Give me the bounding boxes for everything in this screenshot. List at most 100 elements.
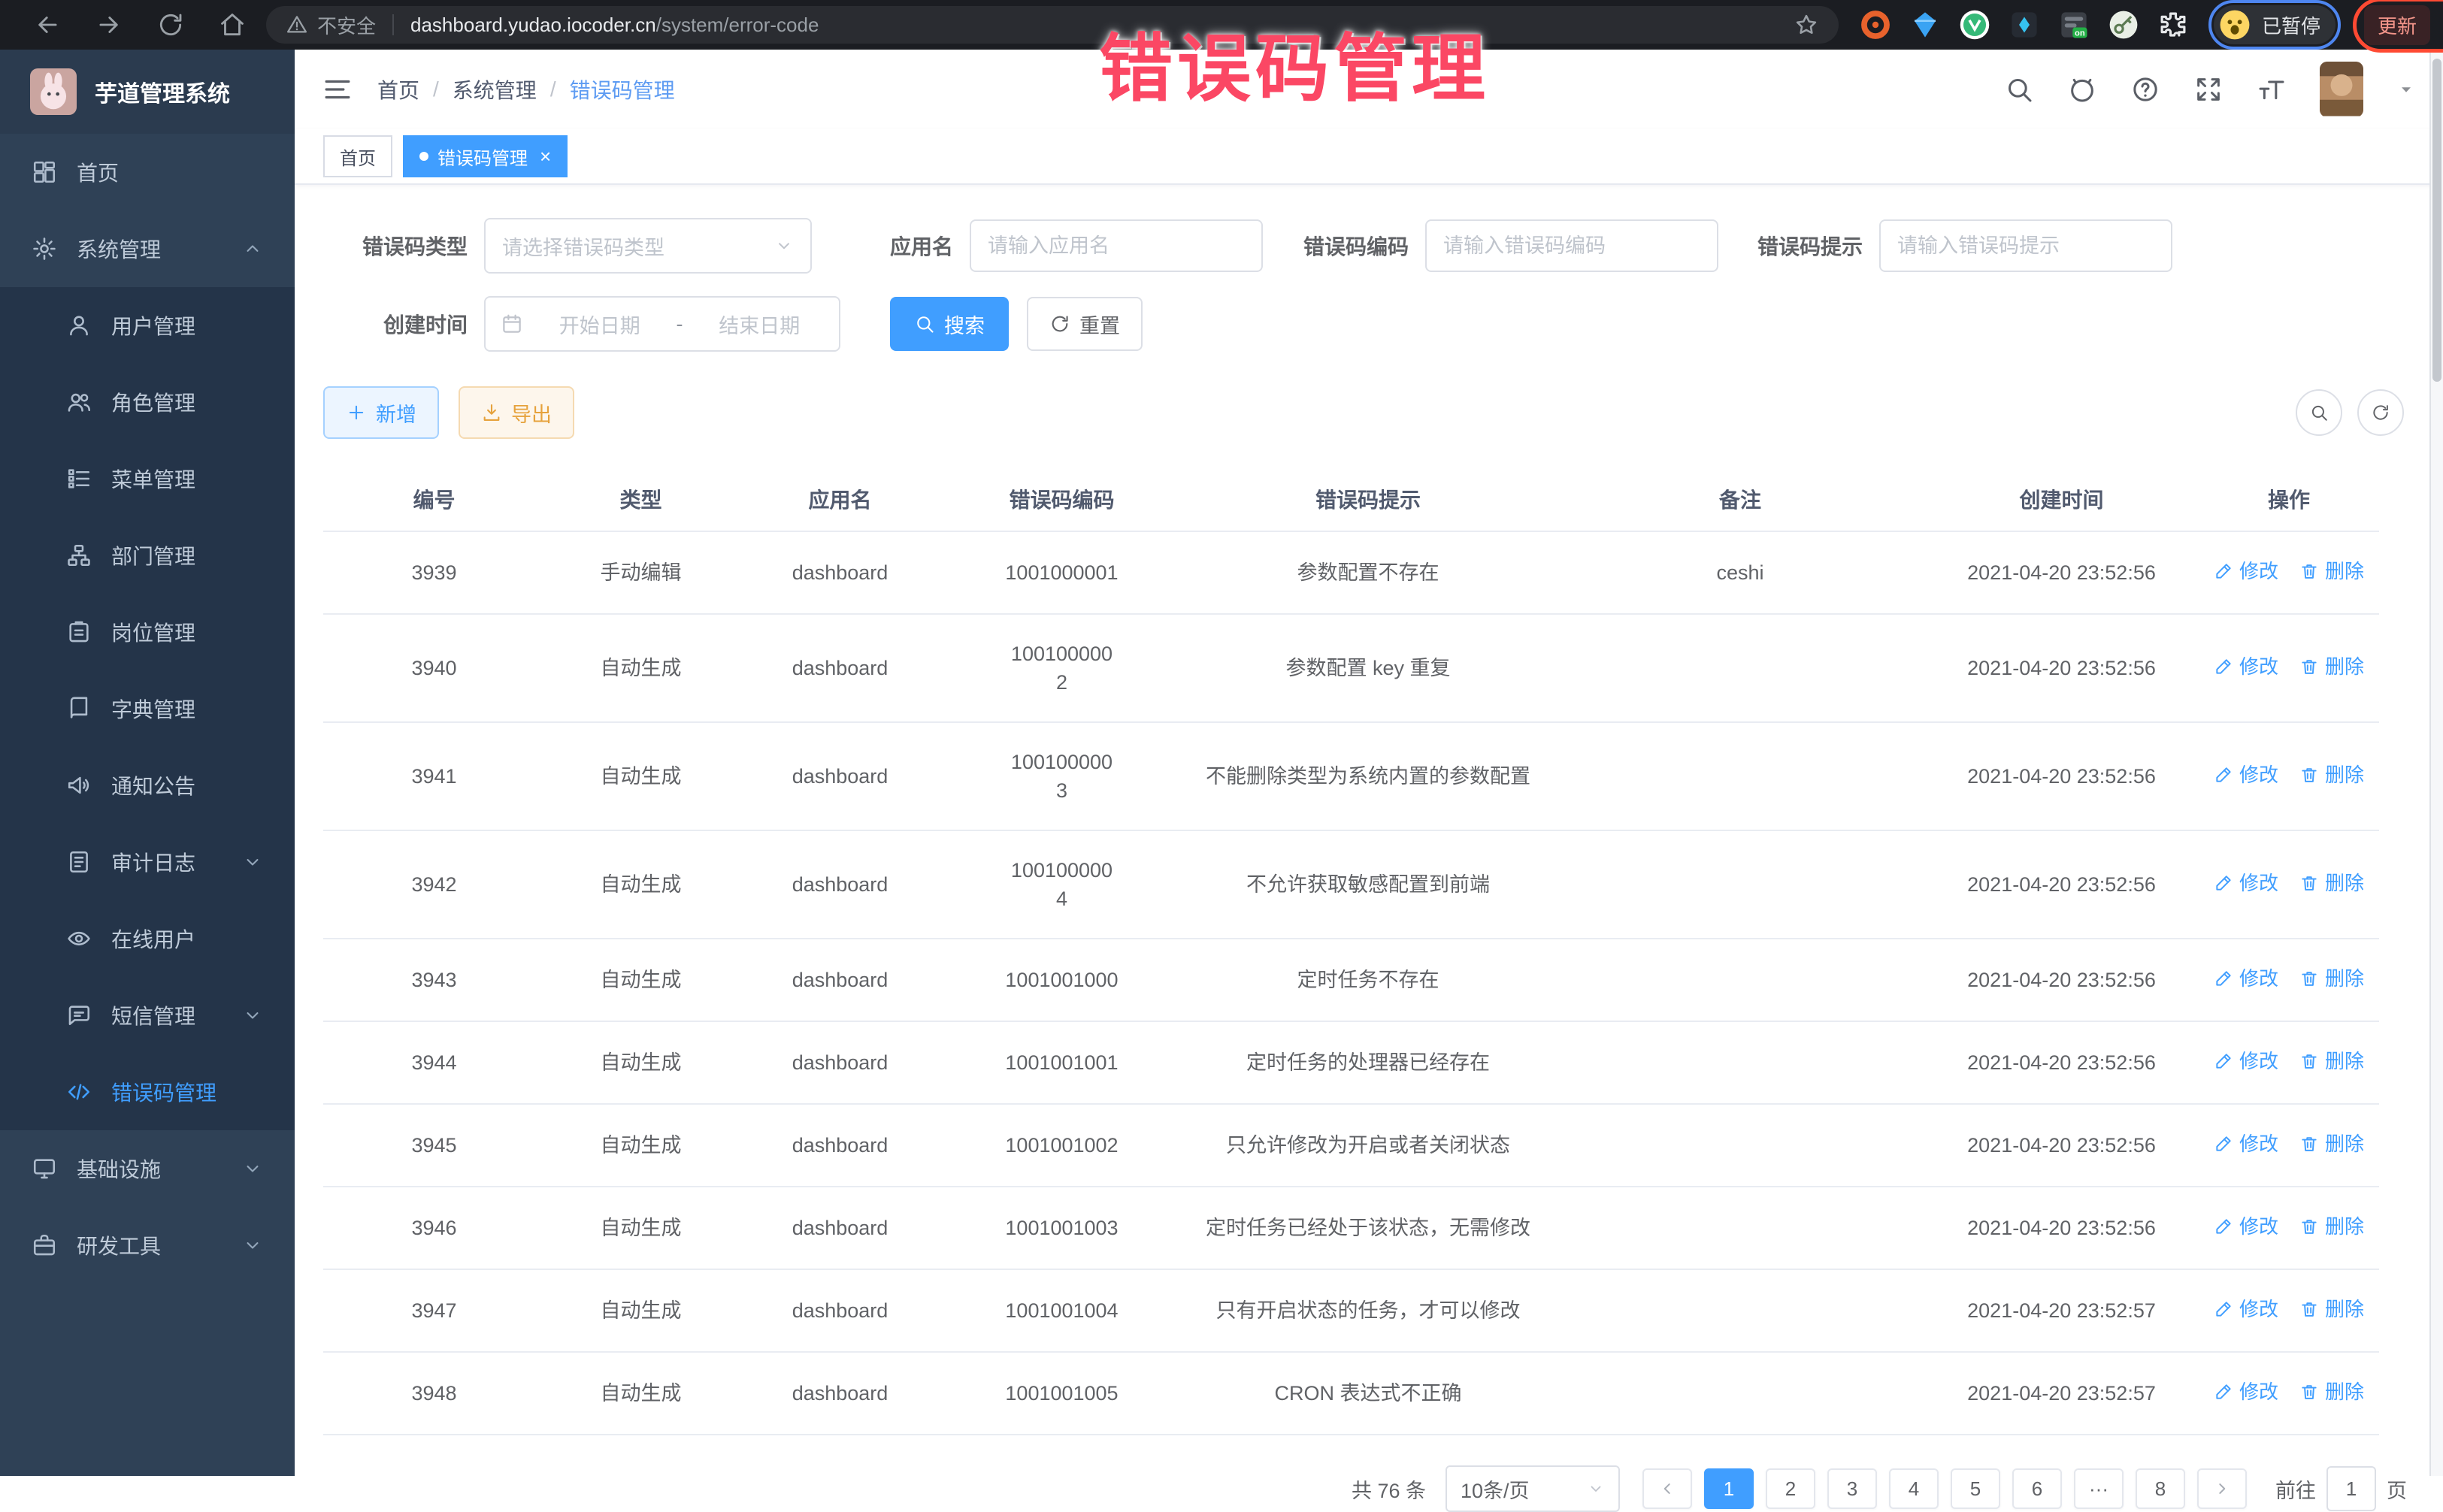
extension-gem-icon[interactable] <box>1909 9 1941 41</box>
user-avatar[interactable] <box>2320 62 2363 117</box>
forward-icon[interactable] <box>95 11 123 39</box>
cell-hint: 不允许获取敏感配置到前端 <box>1180 830 1556 939</box>
edit-link[interactable]: 修改 <box>2214 964 2278 993</box>
edit-link[interactable]: 修改 <box>2214 1295 2278 1323</box>
edit-link[interactable]: 修改 <box>2214 761 2278 789</box>
megaphone-icon <box>66 773 92 798</box>
hamburger-icon[interactable] <box>322 74 353 105</box>
header-search-icon[interactable] <box>2004 74 2034 104</box>
page-button-6[interactable]: 6 <box>2012 1468 2062 1509</box>
sidebar-item[interactable]: 在线用户 <box>0 900 295 977</box>
sidebar-item[interactable]: 错误码管理 <box>0 1054 295 1130</box>
page-button-3[interactable]: 3 <box>1827 1468 1877 1509</box>
reload-icon[interactable] <box>156 11 185 39</box>
browser-profile-chip[interactable]: 已暂停 <box>2214 5 2336 44</box>
page-button-8[interactable]: 8 <box>2136 1468 2185 1509</box>
cell-app: dashboard <box>737 1269 943 1352</box>
next-page-button[interactable] <box>2197 1468 2247 1509</box>
delete-link[interactable]: 删除 <box>2299 652 2364 681</box>
sidebar-item[interactable]: 基础设施 <box>0 1130 295 1207</box>
edit-link[interactable]: 修改 <box>2214 1129 2278 1158</box>
delete-link[interactable]: 删除 <box>2299 1047 2364 1075</box>
search-icon <box>2309 403 2329 422</box>
delete-link[interactable]: 删除 <box>2299 557 2364 585</box>
goto-page-input[interactable] <box>2326 1466 2376 1511</box>
sidebar-logo[interactable]: 芋道管理系统 <box>0 50 295 134</box>
error-code-input[interactable] <box>1425 219 1718 272</box>
page-button-2[interactable]: 2 <box>1766 1468 1815 1509</box>
edit-icon <box>2214 1299 2233 1319</box>
export-button[interactable]: 导出 <box>459 386 574 439</box>
delete-link[interactable]: 删除 <box>2299 869 2364 897</box>
back-icon[interactable] <box>33 11 62 39</box>
edit-link[interactable]: 修改 <box>2214 557 2278 585</box>
home-icon[interactable] <box>218 11 247 39</box>
tab-close-icon[interactable]: × <box>540 147 551 166</box>
help-icon[interactable] <box>2130 74 2160 104</box>
breadcrumb-home[interactable]: 首页 <box>377 74 419 104</box>
edit-link[interactable]: 修改 <box>2214 1377 2278 1406</box>
fullscreen-icon[interactable] <box>2193 74 2224 104</box>
extension-key-icon[interactable] <box>2108 9 2139 41</box>
search-button[interactable]: 搜索 <box>890 297 1009 351</box>
sidebar-item[interactable]: 系统管理 <box>0 210 295 287</box>
error-hint-input[interactable] <box>1879 219 2172 272</box>
page-size-select[interactable]: 10条/页 <box>1446 1465 1620 1512</box>
bookmark-star-icon[interactable] <box>1794 12 1819 38</box>
sidebar: 芋道管理系统 首页系统管理用户管理角色管理菜单管理部门管理岗位管理字典管理通知公… <box>0 50 295 1476</box>
delete-link[interactable]: 删除 <box>2299 964 2364 993</box>
show-search-toggle-button[interactable] <box>2296 389 2342 436</box>
page-ellipsis[interactable]: ··· <box>2074 1468 2124 1509</box>
browser-update-button[interactable]: 更新 <box>2364 5 2430 45</box>
extension-grid-icon[interactable] <box>2009 9 2040 41</box>
edit-link[interactable]: 修改 <box>2214 1212 2278 1241</box>
delete-link[interactable]: 删除 <box>2299 1377 2364 1406</box>
tab-error-code[interactable]: 错误码管理 × <box>403 135 568 177</box>
sidebar-item[interactable]: 字典管理 <box>0 670 295 747</box>
edit-link[interactable]: 修改 <box>2214 652 2278 681</box>
date-range-picker[interactable]: 开始日期 - 结束日期 <box>484 296 840 352</box>
chevron-left-icon <box>1657 1479 1677 1498</box>
sidebar-item[interactable]: 角色管理 <box>0 364 295 440</box>
sidebar-item[interactable]: 审计日志 <box>0 824 295 900</box>
extension-tampermonkey-icon[interactable]: on <box>2058 9 2090 41</box>
goto-label: 前往 <box>2275 1474 2316 1504</box>
github-icon[interactable] <box>2067 74 2097 104</box>
sidebar-item[interactable]: 研发工具 <box>0 1207 295 1284</box>
delete-link[interactable]: 删除 <box>2299 1212 2364 1241</box>
edit-link[interactable]: 修改 <box>2214 1047 2278 1075</box>
page-button-5[interactable]: 5 <box>1951 1468 2000 1509</box>
address-bar[interactable]: 不安全 dashboard.yudao.iocoder.cn/system/er… <box>266 6 1839 44</box>
cell-app: dashboard <box>737 722 943 830</box>
edit-link[interactable]: 修改 <box>2214 869 2278 897</box>
scrollbar-thumb[interactable] <box>2432 59 2441 382</box>
sidebar-item[interactable]: 短信管理 <box>0 977 295 1054</box>
page-button-4[interactable]: 4 <box>1889 1468 1939 1509</box>
sidebar-item[interactable]: 用户管理 <box>0 287 295 364</box>
prev-page-button[interactable] <box>1642 1468 1692 1509</box>
font-size-icon[interactable] <box>2257 74 2287 104</box>
error-type-select[interactable]: 请选择错误码类型 <box>484 218 812 274</box>
sidebar-item[interactable]: 部门管理 <box>0 517 295 594</box>
delete-link[interactable]: 删除 <box>2299 1129 2364 1158</box>
avatar-caret-down-icon[interactable] <box>2396 80 2416 99</box>
edit-icon <box>2214 765 2233 785</box>
sidebar-item[interactable]: 首页 <box>0 134 295 210</box>
extension-vue-devtools-icon[interactable] <box>1959 9 1990 41</box>
sidebar-item[interactable]: 菜单管理 <box>0 440 295 517</box>
breadcrumb-system[interactable]: 系统管理 <box>453 74 537 104</box>
sidebar-item[interactable]: 通知公告 <box>0 747 295 824</box>
sidebar-item[interactable]: 岗位管理 <box>0 594 295 670</box>
add-button[interactable]: 新增 <box>323 386 439 439</box>
reset-button[interactable]: 重置 <box>1027 297 1143 351</box>
page-button-1[interactable]: 1 <box>1704 1468 1754 1509</box>
extension-orange-icon[interactable] <box>1860 9 1891 41</box>
trash-icon <box>2299 1299 2319 1319</box>
browser-menu-icon[interactable] <box>2439 13 2443 37</box>
delete-link[interactable]: 删除 <box>2299 1295 2364 1323</box>
app-name-input[interactable] <box>970 219 1263 272</box>
delete-link[interactable]: 删除 <box>2299 761 2364 789</box>
extensions-puzzle-icon[interactable] <box>2157 9 2189 41</box>
refresh-table-button[interactable] <box>2357 389 2404 436</box>
tab-home[interactable]: 首页 <box>323 135 392 177</box>
